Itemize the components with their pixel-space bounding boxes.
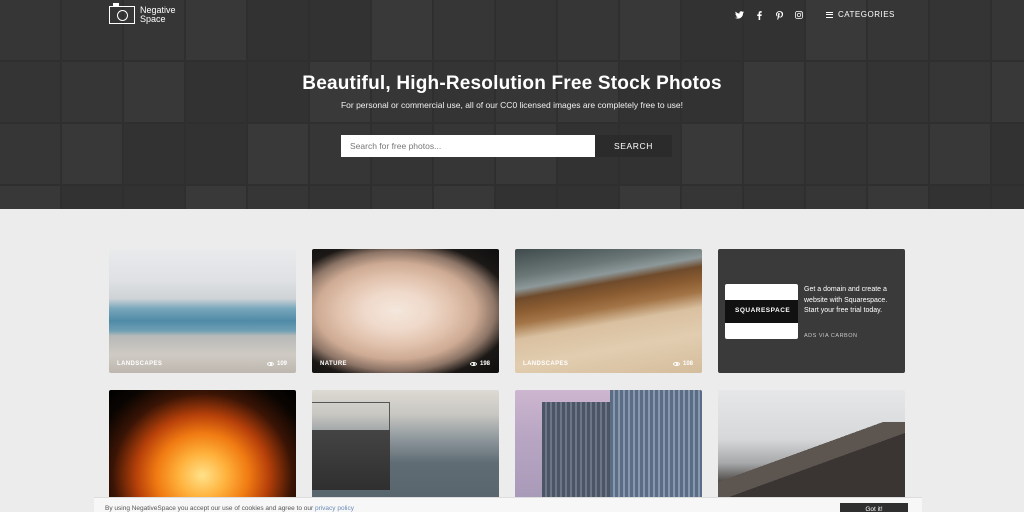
logo-text: Negative Space — [140, 5, 176, 24]
photo-card[interactable]: LANDSCAPES 108 — [515, 249, 702, 373]
eye-icon — [469, 362, 477, 366]
camera-logo-icon — [109, 3, 135, 24]
carbon-ad[interactable]: SQUARESPACE Get a domain and create a we… — [718, 249, 905, 373]
top-navigation: Negative Space CATEGORIES — [0, 0, 1024, 30]
cookie-text: By using NegativeSpace you accept our us… — [105, 505, 354, 512]
ad-text[interactable]: Get a domain and create a website with S… — [804, 285, 900, 317]
eye-icon — [266, 362, 274, 366]
photo-views: 108 — [672, 361, 693, 367]
cookie-message: By using NegativeSpace you accept our us… — [105, 505, 314, 512]
logo-link[interactable]: Negative Space — [109, 3, 184, 24]
hero-subtitle: For personal or commercial use, all of o… — [340, 100, 684, 110]
search-button[interactable]: SEARCH — [595, 135, 672, 157]
tower-left — [542, 402, 610, 512]
view-count: 109 — [276, 361, 287, 367]
photo-card[interactable] — [515, 390, 702, 512]
menu-icon — [826, 11, 833, 18]
hero-title: Beautiful, High-Resolution Free Stock Ph… — [302, 73, 722, 94]
photo-card[interactable]: NATURE 198 — [312, 249, 499, 373]
squarespace-ad-image[interactable]: SQUARESPACE — [725, 284, 798, 339]
pier-structure — [312, 430, 390, 490]
photo-card[interactable] — [718, 390, 905, 512]
view-count: 198 — [479, 361, 490, 367]
pinterest-icon[interactable] — [774, 9, 784, 21]
social-links — [734, 9, 804, 21]
view-count: 108 — [682, 361, 693, 367]
photo-card[interactable] — [109, 390, 296, 512]
hero-section: Beautiful, High-Resolution Free Stock Ph… — [0, 0, 1024, 209]
photo-views: 109 — [266, 361, 287, 367]
instagram-icon[interactable] — [794, 9, 804, 21]
photo-category[interactable]: LANDSCAPES — [117, 361, 162, 367]
tower-right — [610, 390, 702, 512]
pier-railing — [312, 402, 390, 432]
cookie-accept-button[interactable]: Got it! — [840, 503, 908, 512]
privacy-policy-link[interactable]: privacy policy — [315, 505, 354, 512]
categories-menu-button[interactable]: CATEGORIES — [826, 10, 895, 19]
squarespace-logo-text: SQUARESPACE — [735, 307, 791, 314]
search-input[interactable] — [341, 135, 595, 157]
cookie-banner: By using NegativeSpace you accept our us… — [94, 497, 922, 512]
eye-icon — [672, 362, 680, 366]
twitter-icon[interactable] — [734, 9, 744, 21]
ads-via-carbon-link[interactable]: ADS VIA CARBON — [804, 333, 857, 339]
photo-category[interactable]: NATURE — [320, 361, 347, 367]
categories-label: CATEGORIES — [838, 10, 895, 19]
photo-views: 198 — [469, 361, 490, 367]
photo-category[interactable]: LANDSCAPES — [523, 361, 568, 367]
photo-card[interactable] — [312, 390, 499, 512]
photo-card[interactable]: LANDSCAPES 109 — [109, 249, 296, 373]
facebook-icon[interactable] — [754, 9, 764, 21]
